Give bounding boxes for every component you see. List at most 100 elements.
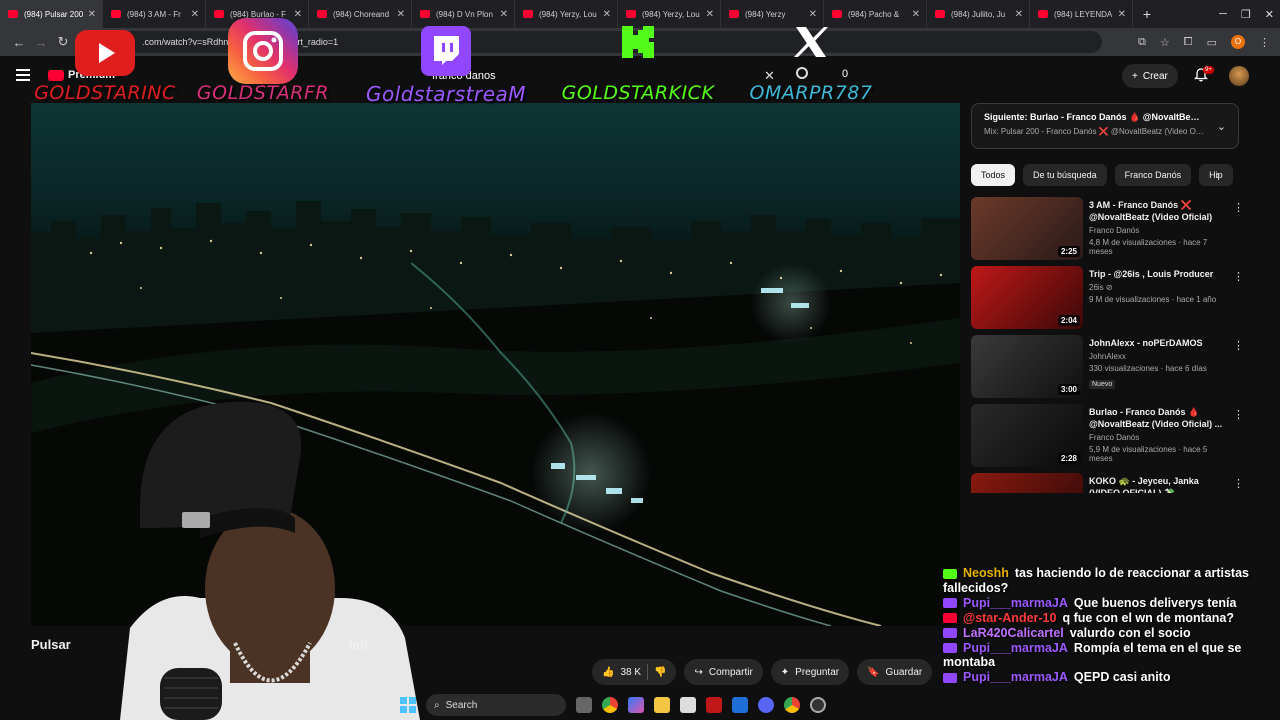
filter-chip[interactable]: Franco Danós: [1114, 164, 1192, 186]
overlay-handle: GOLDSTARKICK: [561, 82, 715, 104]
overlay-social-x: OMARPR787: [740, 18, 882, 108]
chat-message: Pupi___marmaJA QEPD casi anito: [943, 670, 1278, 685]
youtube-icon: [75, 30, 135, 76]
close-window-icon[interactable]: ✕: [1265, 8, 1274, 21]
channel-name[interactable]: 26is ⊘: [1089, 283, 1229, 292]
video-title: Pulsar: [31, 637, 71, 652]
profile-avatar[interactable]: O: [1231, 35, 1245, 49]
create-button[interactable]: + Crear: [1122, 64, 1178, 88]
recommendation-item[interactable]: 3:00 JohnAlexx - noPErDAMOS JohnAlexx 330 v…: [971, 335, 1251, 403]
file-explorer-icon[interactable]: [654, 697, 670, 713]
discord-icon[interactable]: [758, 697, 774, 713]
video-thumbnail[interactable]: 2:28: [971, 404, 1083, 467]
kick-icon: [943, 568, 957, 579]
mail-icon[interactable]: [732, 697, 748, 713]
youtube-favicon-icon: [214, 10, 224, 18]
like-count[interactable]: 38 K: [620, 667, 641, 678]
sidepanel-icon[interactable]: ▭: [1207, 36, 1217, 49]
view-stats: 9 M de visualizaciones · hace 1 año: [1089, 295, 1217, 304]
filter-chips: Todos De tu búsqueda Franco Danós Hip: [971, 164, 1241, 186]
tab-close-icon[interactable]: ✕: [1015, 9, 1023, 20]
filter-chip[interactable]: De tu búsqueda: [1023, 164, 1107, 186]
more-options-icon[interactable]: ⋮: [1233, 477, 1244, 490]
recommendation-item[interactable]: 2:25 3 AM - Franco Danós ❌ @NovaltBeatz (…: [971, 197, 1251, 265]
up-next-mix: Mix: Pulsar 200 - Franco Danós ❌ @Novalt…: [984, 127, 1204, 136]
recommendation-meta: Burlao - Franco Danós 🩸 @NovaltBeatz (Vi…: [1089, 406, 1229, 463]
up-next-card[interactable]: Siguiente: Burlao - Franco Danós 🩸 @Nova…: [971, 103, 1239, 149]
more-options-icon[interactable]: ⋮: [1233, 201, 1244, 214]
windows-start-icon[interactable]: [400, 697, 416, 713]
channel-name[interactable]: Franco Danós: [1089, 226, 1229, 235]
restore-icon[interactable]: ❐: [1241, 8, 1251, 21]
instagram-icon: [228, 18, 298, 84]
ask-button[interactable]: ✦ Preguntar: [770, 659, 850, 685]
sparkle-icon: ✦: [780, 666, 790, 678]
window-controls: ─ ❐ ✕: [1219, 0, 1274, 28]
video-thumbnail[interactable]: [971, 473, 1083, 493]
youtube-favicon-icon: [935, 10, 945, 18]
twitch-icon: [943, 643, 957, 654]
browser-tab[interactable]: (984) Juliito, Ju ✕: [927, 0, 1030, 28]
create-label: Crear: [1142, 70, 1168, 82]
store-icon[interactable]: [680, 697, 696, 713]
chat-text: valurdo con el socio: [1069, 625, 1191, 640]
recommendation-title[interactable]: Burlao - Franco Danós 🩸 @NovaltBeatz (Vi…: [1089, 406, 1229, 430]
mcafee-icon[interactable]: [706, 697, 722, 713]
youtube-icon: [943, 613, 957, 624]
video-thumbnail[interactable]: 2:04: [971, 266, 1083, 329]
obs-icon[interactable]: [810, 697, 826, 713]
chat-username: Neoshh: [963, 566, 1009, 580]
plus-icon: +: [1132, 70, 1138, 82]
channel-name[interactable]: JohnAlexx: [1089, 352, 1229, 361]
recommendation-title[interactable]: Trip - @26is , Louis Producer: [1089, 268, 1229, 280]
tab-close-icon[interactable]: ✕: [1118, 9, 1126, 20]
recommendation-title[interactable]: KOKO 🐢 - Jeyceu, Janka (VIDEO OFICIAL) 💸: [1089, 475, 1229, 493]
thumbs-up-icon[interactable]: 👍: [602, 667, 614, 678]
save-button[interactable]: 🔖 Guardar: [857, 659, 933, 685]
chevron-down-icon[interactable]: ⌄: [1217, 120, 1226, 133]
recommendation-item[interactable]: 2:04 Trip - @26is , Louis Producer 26is ⊘ 9…: [971, 266, 1251, 334]
overlay-handle: GoldstarstreaM: [365, 82, 527, 106]
task-view-icon[interactable]: [576, 697, 592, 713]
thumbs-down-icon[interactable]: 👎: [654, 667, 666, 678]
browser-tab[interactable]: (984) LEYENDA ✕: [1030, 0, 1133, 28]
channel-name[interactable]: Franco Danós: [1089, 433, 1229, 442]
chat-text: Que buenos deliverys tenía: [1073, 595, 1237, 610]
more-options-icon[interactable]: ⋮: [1233, 270, 1244, 283]
overlay-handle: OMARPR787: [749, 82, 873, 104]
recommendation-title[interactable]: 3 AM - Franco Danós ❌ @NovaltBeatz (Vide…: [1089, 199, 1229, 223]
new-badge: Nuevo: [1089, 380, 1116, 389]
filter-chip[interactable]: Todos: [971, 164, 1016, 186]
recommendation-list: 2:25 3 AM - Franco Danós ❌ @NovaltBeatz (…: [971, 197, 1251, 493]
account-avatar[interactable]: [1229, 66, 1249, 86]
screen: (984) Pulsar 200 ✕ (984) 3 AM - Fr ✕ (984) B…: [0, 0, 1280, 720]
youtube-favicon-icon: [8, 10, 18, 18]
extensions-icon[interactable]: ⧠: [1184, 36, 1193, 49]
taskbar-search[interactable]: ⌕ Search: [426, 694, 566, 716]
recommendation-item[interactable]: 2:28 Burlao - Franco Danós 🩸 @NovaltBeatz…: [971, 404, 1251, 472]
chevron-right-icon[interactable]: ›: [1216, 168, 1220, 182]
bookmark-icon: 🔖: [867, 666, 880, 678]
recommendation-title[interactable]: JohnAlexx - noPErDAMOS: [1089, 337, 1229, 349]
browser-menu-icon[interactable]: ⋮: [1259, 36, 1270, 49]
cast-icon[interactable]: ⧉: [1138, 36, 1146, 49]
chat-text: QEPD casi anito: [1073, 670, 1171, 684]
new-tab-button[interactable]: +: [1133, 6, 1161, 22]
more-options-icon[interactable]: ⋮: [1233, 339, 1244, 352]
search-icon: ⌕: [434, 699, 440, 711]
chat-username: Pupi___marmaJA: [963, 640, 1068, 655]
youtube-favicon-icon: [317, 10, 327, 18]
more-options-icon[interactable]: ⋮: [1233, 408, 1244, 421]
chrome-icon[interactable]: [602, 697, 618, 713]
tab-close-icon[interactable]: ✕: [912, 9, 920, 20]
video-thumbnail[interactable]: 2:25: [971, 197, 1083, 260]
minimize-icon[interactable]: ─: [1219, 8, 1227, 20]
chrome-alt-icon[interactable]: [784, 697, 800, 713]
overlay-social-youtube: GOLDSTARINC: [20, 18, 190, 108]
chat-username: LaR420Calicartel: [963, 625, 1064, 640]
recommendation-item[interactable]: KOKO 🐢 - Jeyceu, Janka (VIDEO OFICIAL) 💸…: [971, 473, 1251, 493]
video-thumbnail[interactable]: 3:00: [971, 335, 1083, 398]
bookmark-star-icon[interactable]: ☆: [1160, 36, 1170, 49]
share-button[interactable]: ↪ Compartir: [684, 659, 763, 685]
copilot-icon[interactable]: [628, 697, 644, 713]
